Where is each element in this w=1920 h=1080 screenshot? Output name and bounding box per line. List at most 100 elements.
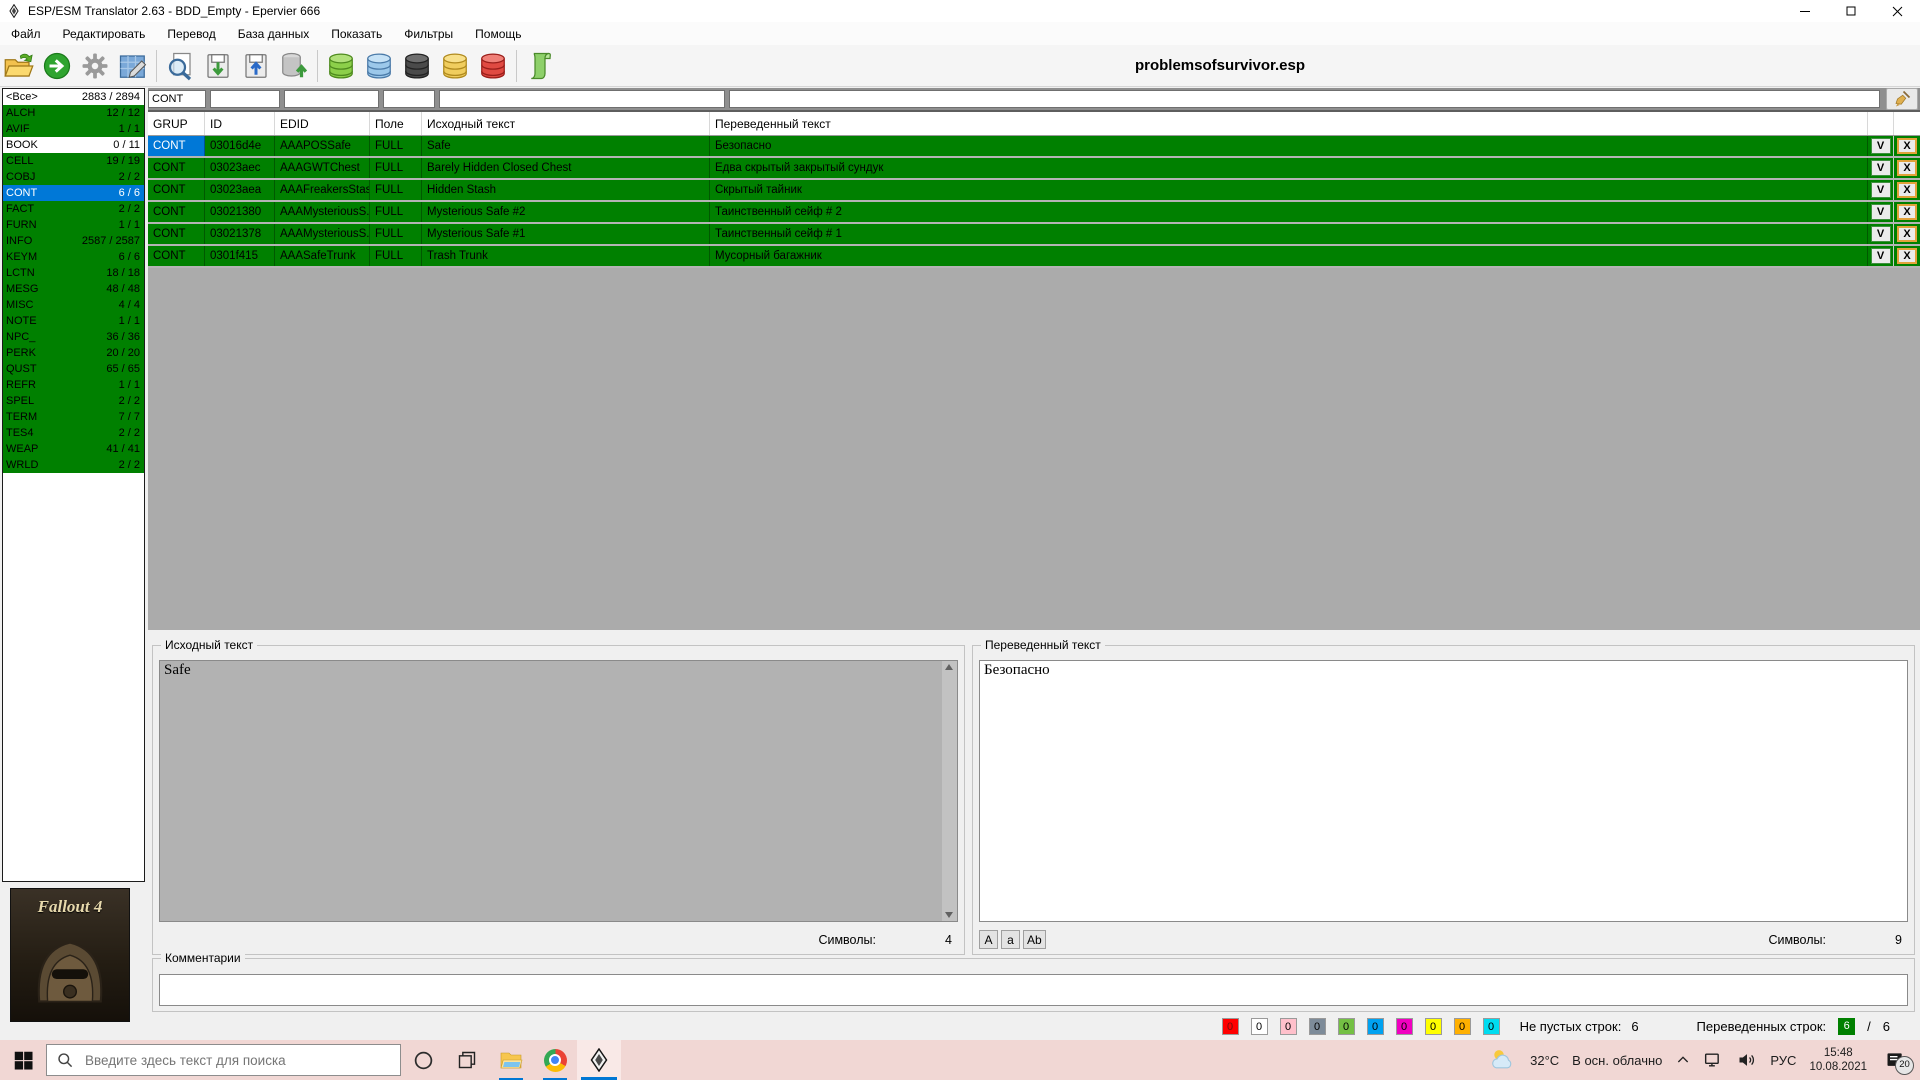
clear-row-button[interactable]: X <box>1897 248 1917 264</box>
sidebar-group-item[interactable]: CELL 19 / 19 <box>3 153 144 169</box>
menu-item[interactable]: Редактировать <box>52 24 157 44</box>
menu-item[interactable]: Помощь <box>464 24 532 44</box>
sidebar-group-item[interactable]: REFR 1 / 1 <box>3 377 144 393</box>
sidebar-group-item[interactable]: MESG 48 / 48 <box>3 281 144 297</box>
weather-temp[interactable]: 32°C <box>1530 1053 1559 1068</box>
column-header[interactable]: ID <box>205 112 275 135</box>
weather-text[interactable]: В осн. облачно <box>1572 1053 1662 1068</box>
notification-center-button[interactable]: 20 <box>1880 1045 1910 1075</box>
minimize-icon[interactable] <box>1782 0 1828 22</box>
column-header[interactable]: Исходный текст <box>422 112 710 135</box>
column-header[interactable]: EDID <box>275 112 370 135</box>
database-blue-icon[interactable] <box>361 48 397 84</box>
clear-row-button[interactable]: X <box>1897 160 1917 176</box>
sidebar-group-item[interactable]: WEAP 41 / 41 <box>3 441 144 457</box>
comments-input[interactable] <box>159 974 1908 1006</box>
save-down-icon[interactable] <box>200 48 236 84</box>
sidebar-group-item[interactable]: AVIF 1 / 1 <box>3 121 144 137</box>
scroll-up-icon[interactable] <box>945 664 953 670</box>
database-black-icon[interactable] <box>399 48 435 84</box>
close-icon[interactable] <box>1874 0 1920 22</box>
sidebar-group-item[interactable]: WRLD 2 / 2 <box>3 457 144 473</box>
chrome-button[interactable] <box>533 1040 577 1080</box>
sidebar-group-item[interactable]: KEYM 6 / 6 <box>3 249 144 265</box>
scroll-down-icon[interactable] <box>945 912 953 918</box>
filter-grup-input[interactable] <box>148 90 206 108</box>
case-button[interactable]: a <box>1001 930 1020 949</box>
table-row[interactable]: CONT 03023aea AAAFreakersStash FULL Hidd… <box>148 180 1920 202</box>
clear-row-button[interactable]: X <box>1897 226 1917 242</box>
search-input[interactable] <box>83 1052 367 1069</box>
sidebar-group-item[interactable]: FACT 2 / 2 <box>3 201 144 217</box>
weather-icon[interactable] <box>1490 1047 1517 1074</box>
table-row[interactable]: CONT 03021378 AAAMysteriousS... FULL Mys… <box>148 224 1920 246</box>
column-header[interactable]: GRUP <box>148 112 205 135</box>
validate-row-button[interactable]: V <box>1871 182 1891 198</box>
start-button[interactable] <box>0 1040 46 1080</box>
table-row[interactable]: CONT 0301f415 AAASafeTrunk FULL Trash Tr… <box>148 246 1920 268</box>
sidebar-group-item[interactable]: QUST 65 / 65 <box>3 361 144 377</box>
validate-row-button[interactable]: V <box>1871 160 1891 176</box>
sidebar-group-item[interactable]: INFO 2587 / 2587 <box>3 233 144 249</box>
sidebar-group-item[interactable]: MISC 4 / 4 <box>3 297 144 313</box>
column-header[interactable]: Поле <box>370 112 422 135</box>
sidebar-group-item[interactable]: PERK 20 / 20 <box>3 345 144 361</box>
validate-row-button[interactable]: V <box>1871 248 1891 264</box>
sidebar-group-item[interactable]: SPEL 2 / 2 <box>3 393 144 409</box>
source-text-area[interactable]: Safe <box>159 660 958 922</box>
run-icon[interactable] <box>39 48 75 84</box>
menu-item[interactable]: Файл <box>0 24 52 44</box>
open-file-icon[interactable] <box>1 48 37 84</box>
sidebar-group-item[interactable]: FURN 1 / 1 <box>3 217 144 233</box>
file-explorer-button[interactable] <box>489 1040 533 1080</box>
menu-item[interactable]: Фильтры <box>393 24 464 44</box>
esp-translator-button[interactable] <box>577 1040 621 1080</box>
cortana-button[interactable] <box>401 1040 445 1080</box>
sidebar-group-item[interactable]: CONT 6 / 6 <box>3 185 144 201</box>
sidebar-group-item[interactable]: NOTE 1 / 1 <box>3 313 144 329</box>
validate-row-button[interactable]: V <box>1871 226 1891 242</box>
clear-row-button[interactable]: X <box>1897 182 1917 198</box>
sidebar-group-item[interactable]: NPC_ 36 / 36 <box>3 329 144 345</box>
case-button[interactable]: Ab <box>1023 930 1046 949</box>
script-icon[interactable] <box>522 48 558 84</box>
maximize-icon[interactable] <box>1828 0 1874 22</box>
validate-row-button[interactable]: V <box>1871 138 1891 154</box>
sidebar-group-item[interactable]: LCTN 18 / 18 <box>3 265 144 281</box>
clear-row-button[interactable]: X <box>1897 138 1917 154</box>
menu-item[interactable]: Перевод <box>156 24 226 44</box>
case-button[interactable]: A <box>979 930 998 949</box>
clock[interactable]: 15:48 10.08.2021 <box>1809 1046 1867 1074</box>
taskbar-search[interactable] <box>46 1044 401 1076</box>
edit-database-icon[interactable] <box>115 48 151 84</box>
save-up-icon[interactable] <box>238 48 274 84</box>
network-icon[interactable] <box>1704 1050 1724 1070</box>
settings-icon[interactable] <box>77 48 113 84</box>
database-green-icon[interactable] <box>323 48 359 84</box>
sidebar-group-item[interactable]: <Все> 2883 / 2894 <box>3 89 144 105</box>
database-yellow-icon[interactable] <box>437 48 473 84</box>
menu-item[interactable]: База данных <box>227 24 320 44</box>
sidebar-group-item[interactable]: BOOK 0 / 11 <box>3 137 144 153</box>
table-row[interactable]: CONT 03023aec AAAGWTChest FULL Barely Hi… <box>148 158 1920 180</box>
table-row[interactable]: CONT 03016d4e AAAPOSSafe FULL Safe Безоп… <box>148 136 1920 158</box>
translation-text-area[interactable]: Безопасно <box>979 660 1908 922</box>
column-header[interactable]: Переведенный текст <box>710 112 1868 135</box>
filter-translation-input[interactable] <box>729 90 1880 108</box>
source-scrollbar[interactable] <box>942 661 957 921</box>
chevron-up-icon[interactable] <box>1675 1052 1691 1068</box>
search-icon[interactable] <box>162 48 198 84</box>
table-row[interactable]: CONT 03021380 AAAMysteriousS... FULL Mys… <box>148 202 1920 224</box>
filter-id-input[interactable] <box>210 90 280 108</box>
database-red-icon[interactable] <box>475 48 511 84</box>
filter-field-input[interactable] <box>383 90 435 108</box>
clear-row-button[interactable]: X <box>1897 204 1917 220</box>
menu-item[interactable]: Показать <box>320 24 393 44</box>
clear-filters-button[interactable] <box>1886 88 1918 110</box>
filter-edid-input[interactable] <box>284 90 379 108</box>
volume-icon[interactable] <box>1737 1050 1757 1070</box>
filter-source-input[interactable] <box>439 90 725 108</box>
language-indicator[interactable]: РУС <box>1770 1053 1796 1068</box>
database-upload-icon[interactable] <box>276 48 312 84</box>
validate-row-button[interactable]: V <box>1871 204 1891 220</box>
